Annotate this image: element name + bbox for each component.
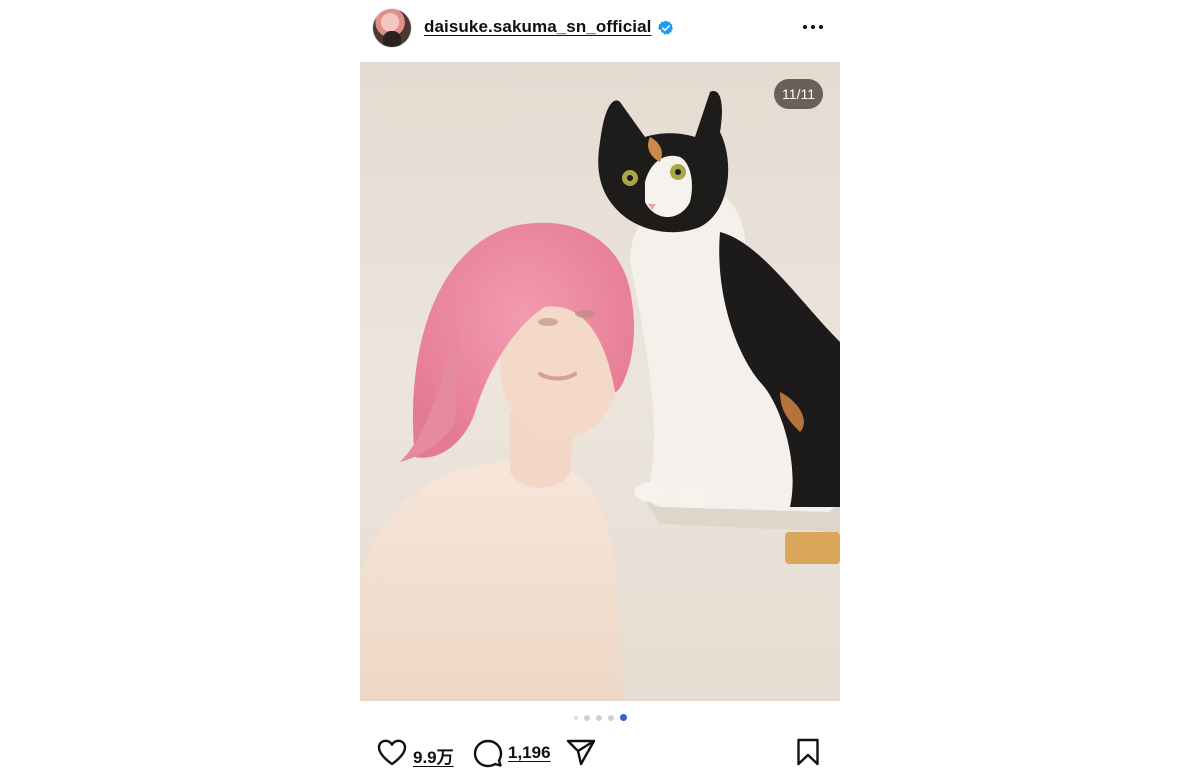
post-actions: 9.9万 1,196: [360, 734, 840, 770]
like-count[interactable]: 9.9万: [413, 743, 454, 768]
like-button[interactable]: 9.9万: [376, 734, 476, 770]
photo-illustration: [360, 62, 840, 701]
instagram-post: daisuke.sakuma_sn_official 11/11 9.9万 1,…: [360, 0, 840, 769]
save-button[interactable]: [796, 734, 824, 770]
comment-count[interactable]: 1,196: [508, 743, 551, 763]
comment-button[interactable]: 1,196: [473, 734, 573, 770]
share-button[interactable]: [566, 734, 598, 770]
username-link[interactable]: daisuke.sakuma_sn_official: [424, 17, 652, 37]
carousel-dot: [595, 714, 602, 721]
post-header: daisuke.sakuma_sn_official: [360, 0, 840, 60]
verified-badge-icon: [658, 20, 673, 35]
heart-icon: [377, 739, 407, 766]
carousel-dot: [583, 714, 590, 721]
comment-icon: [473, 739, 503, 768]
bookmark-icon: [797, 738, 819, 766]
slide-counter: 11/11: [774, 79, 823, 109]
carousel-dot: [607, 714, 614, 721]
carousel-indicator: [360, 714, 840, 724]
avatar[interactable]: [373, 9, 411, 47]
share-send-icon: [566, 739, 596, 766]
post-photo[interactable]: 11/11: [360, 62, 840, 701]
more-options-icon[interactable]: [800, 14, 826, 40]
carousel-dot: [573, 715, 578, 720]
carousel-dot-active: [619, 714, 627, 721]
